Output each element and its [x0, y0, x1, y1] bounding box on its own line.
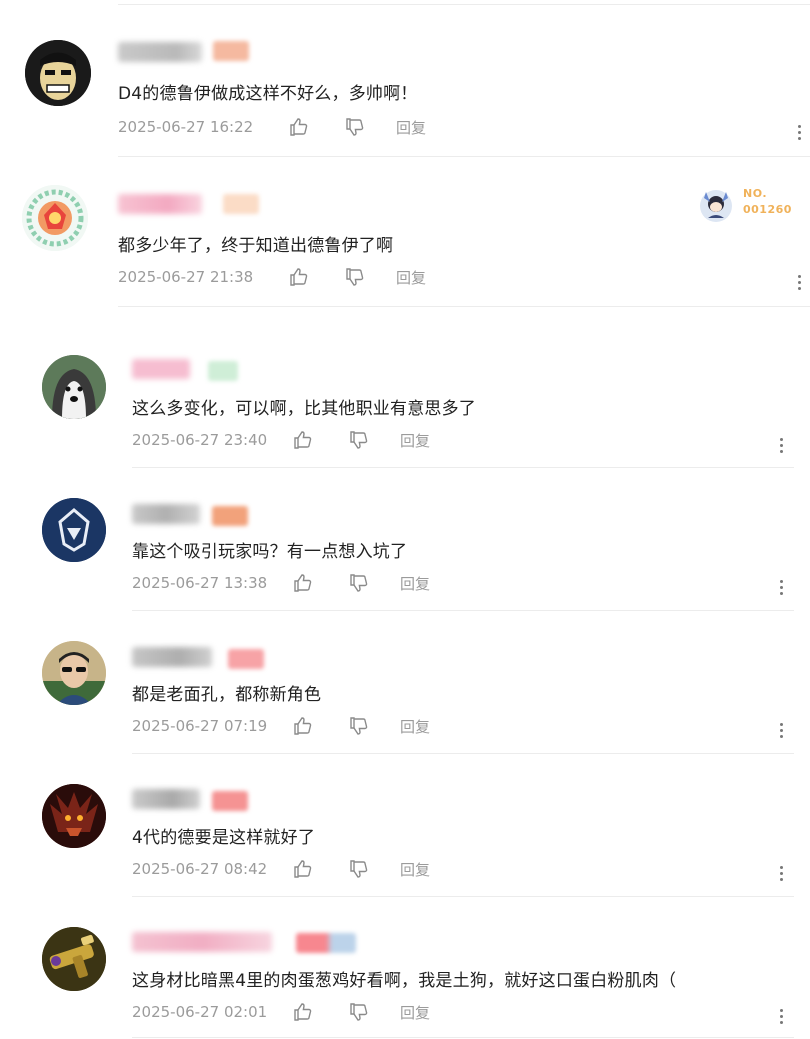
timestamp: 2025-06-27 07:19: [132, 717, 268, 735]
comment-meta: 2025-06-27 08:42 回复: [132, 858, 430, 880]
avatar[interactable]: [42, 784, 106, 848]
avatar[interactable]: [42, 641, 106, 705]
fan-badge[interactable]: NO. 001260: [698, 186, 798, 226]
reply-button[interactable]: 回复: [396, 117, 426, 138]
level-badge: [208, 361, 238, 381]
thumbs-down-icon[interactable]: [344, 116, 366, 138]
divider: [118, 306, 810, 307]
comment-text: 靠这个吸引玩家吗？有一点想入坑了: [132, 542, 408, 562]
fan-badge-line1: NO.: [743, 187, 767, 200]
fan-badge-number: NO. 001260: [743, 186, 792, 218]
more-vertical-icon[interactable]: [778, 723, 784, 743]
username[interactable]: [132, 932, 272, 952]
more-vertical-icon[interactable]: [778, 1009, 784, 1029]
divider: [132, 467, 794, 468]
reply-button[interactable]: 回复: [400, 716, 430, 737]
comment-meta: 2025-06-27 21:38 回复: [118, 266, 426, 288]
level-badge: [223, 194, 259, 214]
timestamp: 2025-06-27 16:22: [118, 118, 254, 136]
reply-button[interactable]: 回复: [400, 859, 430, 880]
avatar[interactable]: [42, 355, 106, 419]
thumbs-down-icon[interactable]: [348, 715, 370, 737]
more-vertical-icon[interactable]: [796, 275, 802, 295]
thumbs-up-icon[interactable]: [292, 715, 314, 737]
thumbs-up-icon[interactable]: [292, 1001, 314, 1023]
comment-meta: 2025-06-27 02:01 回复: [132, 1001, 430, 1023]
timestamp: 2025-06-27 08:42: [132, 860, 268, 878]
divider: [132, 896, 794, 897]
fan-badge-icon: [700, 190, 732, 222]
username[interactable]: [132, 504, 200, 524]
reply-button[interactable]: 回复: [400, 1002, 430, 1023]
fan-badge-line2: 001260: [743, 203, 792, 216]
thumbs-up-icon[interactable]: [292, 429, 314, 451]
level-badge: [212, 506, 248, 526]
thumbs-up-icon[interactable]: [288, 116, 310, 138]
username[interactable]: [118, 42, 202, 62]
level-badge: [213, 41, 249, 61]
comment-text: 4代的德要是这样就好了: [132, 828, 316, 848]
more-vertical-icon[interactable]: [796, 125, 802, 145]
comment-text: 都是老面孔，都称新角色: [132, 685, 322, 705]
thumbs-up-icon[interactable]: [288, 266, 310, 288]
reply-button[interactable]: 回复: [400, 573, 430, 594]
comment-meta: 2025-06-27 23:40 回复: [132, 429, 430, 451]
more-vertical-icon[interactable]: [778, 580, 784, 600]
divider: [132, 753, 794, 754]
comment-text: 都多少年了，终于知道出德鲁伊了啊: [118, 236, 394, 256]
thumbs-up-icon[interactable]: [292, 572, 314, 594]
comment-meta: 2025-06-27 16:22 回复: [118, 116, 426, 138]
thumbs-down-icon[interactable]: [348, 1001, 370, 1023]
thumbs-down-icon[interactable]: [348, 429, 370, 451]
level-badge: [212, 791, 248, 811]
username[interactable]: [132, 647, 212, 667]
level-badge: [296, 933, 356, 953]
comment-meta: 2025-06-27 13:38 回复: [132, 572, 430, 594]
comment-text: 这身材比暗黑4里的肉蛋葱鸡好看啊，我是土狗，就好这口蛋白粉肌肉（: [132, 971, 677, 991]
comment-text: D4的德鲁伊做成这样不好么，多帅啊！: [118, 84, 418, 104]
divider: [132, 1037, 794, 1038]
comment-meta: 2025-06-27 07:19 回复: [132, 715, 430, 737]
more-vertical-icon[interactable]: [778, 866, 784, 886]
timestamp: 2025-06-27 02:01: [132, 1003, 268, 1021]
top-divider: [118, 4, 810, 5]
reply-button[interactable]: 回复: [400, 430, 430, 451]
avatar[interactable]: [22, 185, 88, 251]
avatar[interactable]: [42, 927, 106, 991]
divider: [118, 156, 810, 157]
username[interactable]: [132, 359, 190, 379]
reply-button[interactable]: 回复: [396, 267, 426, 288]
timestamp: 2025-06-27 21:38: [118, 268, 254, 286]
comment-text: 这么多变化，可以啊，比其他职业有意思多了: [132, 399, 476, 419]
thumbs-down-icon[interactable]: [348, 858, 370, 880]
avatar[interactable]: [42, 498, 106, 562]
username[interactable]: [132, 789, 200, 809]
thumbs-down-icon[interactable]: [344, 266, 366, 288]
more-vertical-icon[interactable]: [778, 438, 784, 458]
username[interactable]: [118, 194, 202, 214]
thumbs-up-icon[interactable]: [292, 858, 314, 880]
level-badge: [228, 649, 264, 669]
timestamp: 2025-06-27 23:40: [132, 431, 268, 449]
thumbs-down-icon[interactable]: [348, 572, 370, 594]
timestamp: 2025-06-27 13:38: [132, 574, 268, 592]
divider: [132, 610, 794, 611]
avatar[interactable]: [25, 40, 91, 106]
